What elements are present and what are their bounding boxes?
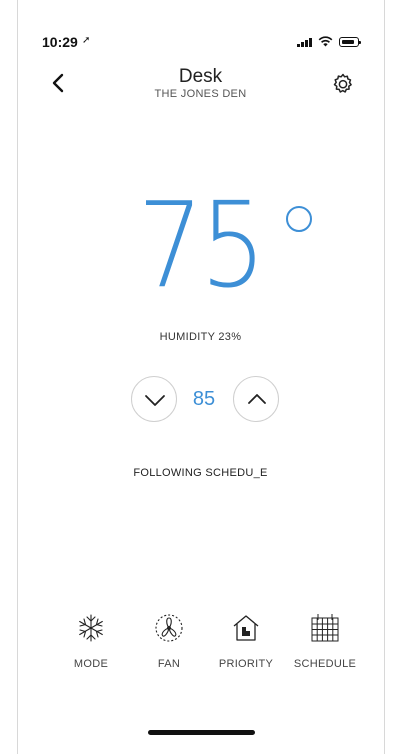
current-temperature: 75 [137, 176, 267, 314]
setpoint-value: 85 [192, 388, 216, 410]
home-indicator[interactable] [148, 730, 255, 735]
chevron-up-icon [248, 394, 266, 404]
schedule-status: FOLLOWING SCHEDU_E [133, 467, 268, 479]
nav-schedule-label: SCHEDULE [293, 658, 357, 670]
nav-mode-label: MODE [73, 658, 109, 670]
increase-setpoint-button[interactable] [233, 376, 279, 422]
degree-symbol [286, 206, 312, 232]
snowflake-icon [79, 614, 103, 642]
gear-icon[interactable] [331, 72, 355, 96]
header: Desk THE JONES DEN [0, 66, 401, 106]
status-time: 10:29 [42, 34, 78, 50]
nav-schedule[interactable]: SCHEDULE [285, 610, 365, 670]
humidity-readout: HUMIDITY 23% [159, 331, 242, 343]
nav-fan-label: FAN [157, 658, 181, 670]
nav-priority-label: PRIORITY [218, 658, 274, 670]
cell-signal-icon [297, 37, 312, 47]
chevron-down-icon [145, 395, 165, 406]
setpoint-controls: 85 [0, 376, 401, 424]
decrease-setpoint-button[interactable] [131, 376, 177, 422]
location-arrow-icon: ➚ [82, 35, 91, 46]
nav-mode[interactable]: MODE [51, 610, 131, 670]
status-bar: 10:29 ➚ [42, 34, 361, 54]
priority-house-icon [233, 615, 259, 641]
bottom-nav: MODE FAN PRIORITY SCHEDULE [0, 610, 401, 680]
battery-icon [339, 36, 361, 47]
nav-priority[interactable]: PRIORITY [206, 610, 286, 670]
nav-fan[interactable]: FAN [129, 610, 209, 670]
fan-icon [155, 614, 183, 642]
calendar-grid-icon [311, 614, 339, 642]
wifi-icon [318, 36, 333, 47]
